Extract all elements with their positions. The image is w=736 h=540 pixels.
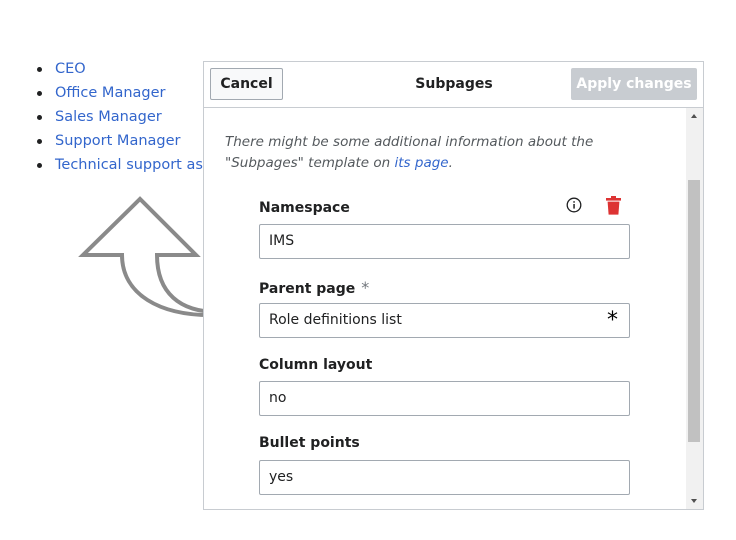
dialog-scrollbar[interactable] <box>686 108 703 509</box>
apply-changes-button[interactable]: Apply changes <box>571 68 697 100</box>
info-icon[interactable] <box>566 197 582 213</box>
role-link-sales-manager[interactable]: Sales Manager <box>55 105 162 129</box>
namespace-value: IMS <box>269 233 295 249</box>
dialog-body: There might be some additional informati… <box>204 108 686 509</box>
bullet-icon <box>37 163 42 168</box>
scroll-up-icon[interactable] <box>686 108 703 125</box>
column-layout-label: Column layout <box>259 357 373 373</box>
required-field-icon: * <box>607 308 618 333</box>
bullet-points-label: Bullet points <box>259 435 360 451</box>
bullet-icon <box>37 91 42 96</box>
namespace-label: Namespace <box>259 200 350 216</box>
role-link-ceo[interactable]: CEO <box>55 57 86 81</box>
dialog-header: Cancel Subpages Apply changes <box>204 62 703 108</box>
template-info-note: There might be some additional informati… <box>225 132 655 174</box>
namespace-input[interactable]: IMS <box>259 224 630 259</box>
bullet-points-input[interactable]: yes <box>259 460 630 495</box>
arrow-up-icon <box>78 196 219 318</box>
bullet-points-value: yes <box>269 469 294 485</box>
scroll-down-icon[interactable] <box>686 492 703 509</box>
role-link-technical-support[interactable]: Technical support assi <box>55 153 215 177</box>
cancel-button[interactable]: Cancel <box>210 68 283 100</box>
trash-icon[interactable] <box>605 196 622 215</box>
bullet-icon <box>37 67 42 72</box>
role-link-office-manager[interactable]: Office Manager <box>55 81 166 105</box>
info-text-end: . <box>448 155 453 171</box>
subpages-dialog: Cancel Subpages Apply changes There migh… <box>203 61 704 510</box>
column-layout-input[interactable]: no <box>259 381 630 416</box>
bullet-icon <box>37 139 42 144</box>
role-link-support-manager[interactable]: Support Manager <box>55 129 181 153</box>
dialog-title: Subpages <box>415 76 493 92</box>
scrollbar-thumb[interactable] <box>688 180 700 442</box>
parent-page-input[interactable]: Role definitions list * <box>259 303 630 338</box>
required-icon: * <box>361 278 370 297</box>
bullet-icon <box>37 115 42 120</box>
parent-page-value: Role definitions list <box>269 312 402 328</box>
parent-page-label: Parent page * <box>259 278 369 297</box>
template-page-link[interactable]: its page <box>395 155 449 171</box>
column-layout-value: no <box>269 390 287 406</box>
parent-page-label-text: Parent page <box>259 281 356 297</box>
